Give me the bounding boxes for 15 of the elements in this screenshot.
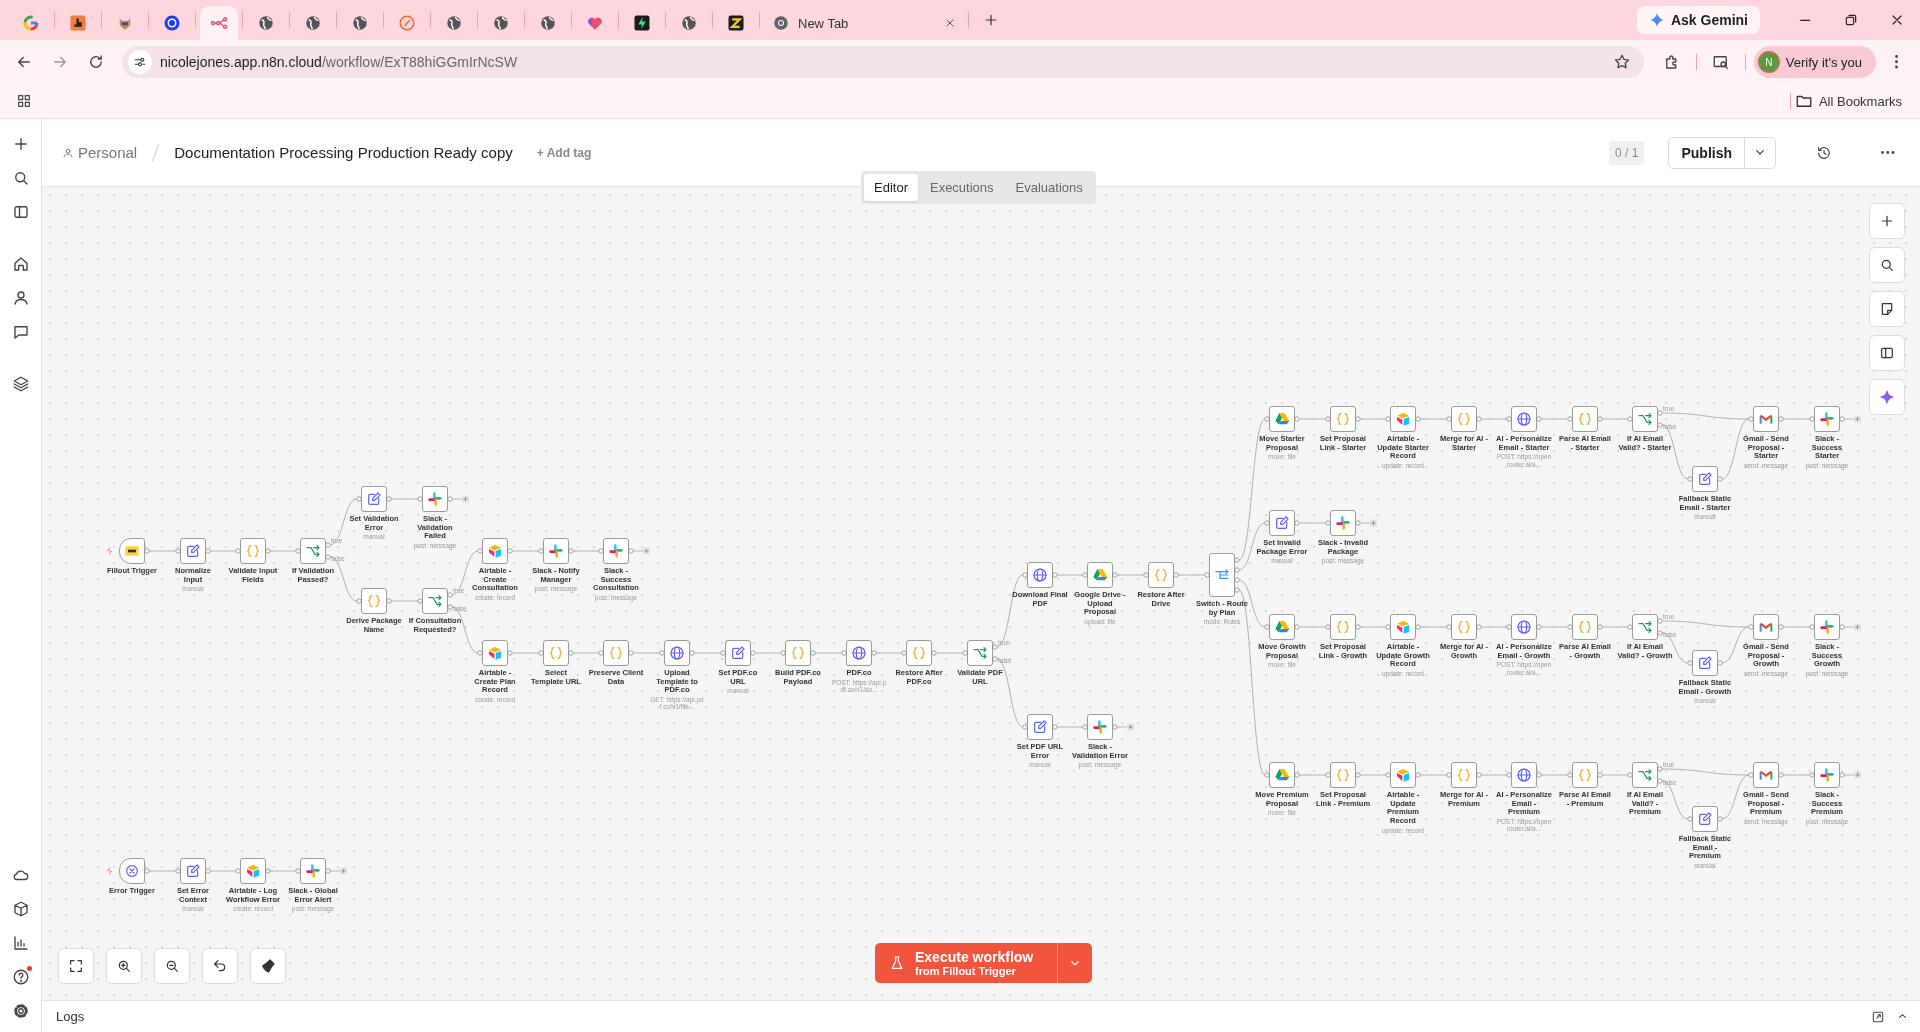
profile-button[interactable]: N Verify it's you [1753, 46, 1876, 78]
version-counter: 0 / 1 [1609, 140, 1645, 165]
add-tag-link[interactable]: + Add tag [536, 145, 592, 160]
all-bookmarks-button[interactable]: All Bookmarks [1794, 92, 1902, 110]
view-tab[interactable]: Executions [919, 174, 1004, 201]
logs-label[interactable]: Logs [56, 1009, 85, 1024]
view-tab[interactable]: Evaluations [1005, 174, 1093, 201]
breadcrumb-link[interactable]: Personal [62, 144, 138, 161]
browser-tab[interactable]: New Tab [764, 6, 964, 40]
avatar: N [1757, 51, 1780, 73]
gemini-button[interactable]: Ask Gemini [1636, 6, 1760, 34]
workflow-title[interactable]: Documentation Processing Production Ready copy [174, 144, 513, 161]
url-text: nicolejones.app.n8n.cloud/workflow/ExT88hiGGmIrNcSW [160, 54, 519, 70]
address-bar[interactable]: nicolejones.app.n8n.cloud/workflow/ExT88hiGGmIrNcSW [122, 46, 1644, 78]
view-tab[interactable]: Editor [864, 174, 918, 201]
